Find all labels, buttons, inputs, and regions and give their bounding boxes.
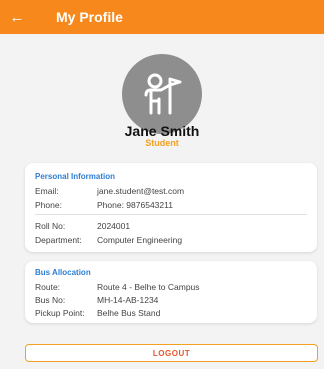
personal-info-title: Personal Information [35,172,116,181]
route-value: Route 4 - Belhe to Campus [97,282,200,292]
app-header: ← My Profile [0,0,324,34]
profile-name: Jane Smith [124,123,200,139]
section-divider [35,214,307,215]
profile-role: Student [145,138,179,148]
phone-label: Phone: [35,200,62,210]
email-value: jane.student@test.com [97,186,185,196]
logout-button[interactable]: LOGOUT [25,344,318,362]
roll-label: Roll No: [35,221,66,231]
roll-value: 2024001 [97,221,131,231]
phone-value: Phone: 9876543211 [97,200,173,210]
department-value: Computer Engineering [97,235,183,245]
back-arrow-icon[interactable]: ← [0,9,34,26]
page-title: My Profile [56,9,123,25]
bus-allocation-title: Bus Allocation [35,268,91,277]
bus-no-label: Bus No: [35,295,66,305]
pickup-value: Belhe Bus Stand [97,308,161,318]
bus-allocation-card: Bus Allocation Route: Route 4 - Belhe to… [25,261,317,323]
department-label: Department: [35,235,82,245]
route-label: Route: [35,282,61,292]
personal-info-card: Personal Information Email: jane.student… [25,163,317,252]
pickup-label: Pickup Point: [35,308,85,318]
bus-no-value: MH-14-AB-1234 [97,295,159,305]
avatar [122,54,202,134]
person-with-flag-icon [144,73,182,115]
email-label: Email: [35,186,59,196]
